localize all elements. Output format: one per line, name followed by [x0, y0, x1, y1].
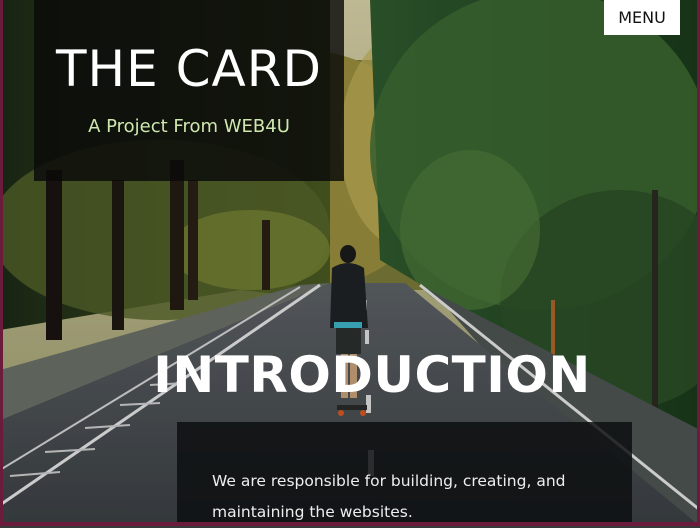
title-panel: THE CARD A Project From WEB4U [34, 0, 344, 181]
site-title: THE CARD [56, 40, 322, 98]
menu-button[interactable]: MENU [604, 0, 680, 35]
introduction-heading: INTRODUCTION [0, 346, 700, 404]
introduction-heading-text: INTRODUCTION [153, 346, 591, 404]
introduction-body: We are responsible for building, creatin… [212, 472, 566, 521]
introduction-panel: We are responsible for building, creatin… [177, 422, 632, 526]
site-subtitle: A Project From WEB4U [88, 116, 290, 137]
